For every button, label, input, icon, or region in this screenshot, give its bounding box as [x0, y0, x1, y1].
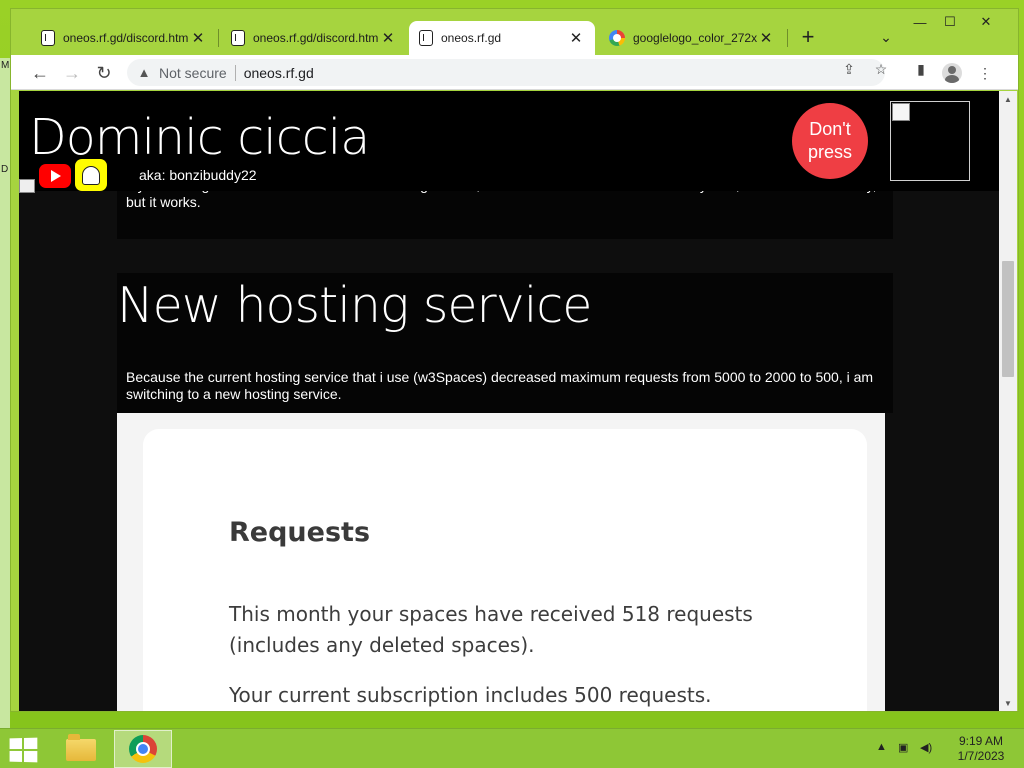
tab-title: googlelogo_color_272x92dp.png — [633, 31, 757, 45]
aka-text: aka: bonzibuddy22 — [139, 167, 257, 183]
site-header: Dominic ciccia aka: bonzibuddy22 Don't p… — [19, 91, 999, 193]
scroll-down-icon[interactable]: ▼ — [999, 695, 1017, 711]
youtube-icon[interactable] — [39, 164, 71, 188]
tab-title: oneos.rf.gd/discord.html — [63, 31, 189, 45]
site-title: Dominic ciccia — [29, 109, 370, 166]
screenshot-heading: Requests — [229, 517, 371, 548]
broken-image-icon — [19, 179, 35, 193]
tab-title: oneos.rf.gd — [441, 31, 502, 45]
ghost-icon — [82, 165, 100, 185]
screenshot-card: Requests This month your spaces have rec… — [143, 429, 867, 711]
menu-dots-icon[interactable]: ⋮ — [975, 63, 995, 83]
page-viewport: My account got terminated on the old old… — [19, 91, 999, 711]
system-clock[interactable]: 9:19 AM 1/7/2023 — [946, 734, 1016, 764]
warning-icon[interactable]: ▲ — [137, 65, 151, 80]
network-icon[interactable]: ▣ — [898, 741, 908, 754]
dont-press-button[interactable]: Don't press — [792, 103, 868, 179]
browser-window: oneos.rf.gd/discord.html ✕ oneos.rf.gd/d… — [10, 8, 1019, 712]
post-clip: My account got terminated on the old old… — [117, 191, 893, 239]
tab-strip: oneos.rf.gd/discord.html ✕ oneos.rf.gd/d… — [11, 9, 1018, 55]
post-new-hosting: New hosting service Because the current … — [117, 273, 893, 413]
url-separator — [234, 64, 236, 81]
close-window-button[interactable]: ✕ — [971, 11, 1001, 33]
volume-icon[interactable]: ◀) — [920, 741, 932, 754]
close-icon[interactable]: ✕ — [379, 29, 397, 47]
desktop-edge-label: D — [1, 164, 9, 175]
browser-toolbar: ← → ↻ ▲ Not secure oneos.rf.gd ⇪ ☆ ▮ ⋮ — [11, 55, 1018, 90]
tab-discord-1[interactable]: oneos.rf.gd/discord.html ✕ — [31, 21, 217, 55]
requests-screenshot: Requests This month your spaces have rec… — [117, 413, 885, 711]
reload-icon[interactable]: ↻ — [91, 60, 117, 86]
taskbar: ▲ ▣ ◀) 9:19 AM 1/7/2023 — [0, 728, 1024, 768]
file-explorer-button[interactable] — [59, 732, 103, 768]
document-icon — [41, 30, 55, 46]
tab-title: oneos.rf.gd/discord.html — [253, 31, 379, 45]
post-heading: New hosting service — [117, 277, 592, 334]
chrome-icon — [129, 735, 157, 763]
star-icon[interactable]: ☆ — [871, 59, 891, 79]
scroll-up-icon[interactable]: ▲ — [999, 91, 1017, 107]
close-icon[interactable]: ✕ — [189, 29, 207, 47]
folder-icon — [66, 734, 96, 761]
security-label[interactable]: Not secure — [159, 65, 227, 81]
broken-image-frame — [890, 101, 970, 181]
url-text[interactable]: oneos.rf.gd — [244, 65, 314, 81]
close-icon[interactable]: ✕ — [567, 29, 585, 47]
snapchat-icon[interactable] — [75, 159, 107, 191]
maximize-button[interactable]: ☐ — [935, 11, 965, 33]
desktop-edge-label: M — [1, 60, 10, 71]
scroll-thumb[interactable] — [1002, 261, 1014, 377]
profile-avatar[interactable] — [942, 63, 962, 83]
clock-date: 1/7/2023 — [957, 749, 1005, 763]
tab-oneos-active[interactable]: oneos.rf.gd ✕ — [409, 21, 595, 55]
minimize-button[interactable]: — — [905, 11, 935, 33]
post-text: Because the current hosting service that… — [126, 369, 874, 402]
play-icon — [51, 170, 61, 182]
desktop-edge: M D — [0, 58, 10, 728]
post-hosting-switch: My account got terminated on the old old… — [117, 191, 893, 239]
chevron-down-icon[interactable]: ⌄ — [876, 27, 896, 47]
share-icon[interactable]: ⇪ — [839, 59, 859, 79]
close-icon[interactable]: ✕ — [757, 29, 775, 47]
tab-discord-2[interactable]: oneos.rf.gd/discord.html ✕ — [221, 21, 407, 55]
new-tab-button[interactable]: + — [796, 24, 820, 49]
tab-separator — [218, 29, 219, 47]
windows-start-icon[interactable] — [9, 737, 38, 763]
tab-googlelogo[interactable]: googlelogo_color_272x92dp.png ✕ — [599, 21, 785, 55]
side-panel-icon[interactable]: ▮ — [911, 59, 931, 79]
screenshot-paragraph: Your current subscription includes 500 r… — [229, 683, 712, 707]
back-arrow-icon[interactable]: ← — [27, 60, 53, 86]
address-bar[interactable]: ▲ Not secure oneos.rf.gd — [127, 59, 885, 86]
google-icon — [609, 30, 625, 46]
document-icon — [419, 30, 433, 46]
screenshot-paragraph: This month your spaces have received 518… — [229, 602, 753, 657]
tab-separator — [787, 29, 788, 47]
show-hidden-icons[interactable]: ▲ — [876, 741, 887, 753]
clock-time: 9:19 AM — [958, 734, 1004, 748]
forward-arrow-icon[interactable]: → — [59, 60, 85, 86]
chrome-taskbar-button[interactable] — [114, 730, 172, 768]
page-scrollbar[interactable]: ▲ ▼ — [999, 91, 1017, 711]
post-text: My account got terminated on the old old… — [126, 191, 877, 210]
document-icon — [231, 30, 245, 46]
